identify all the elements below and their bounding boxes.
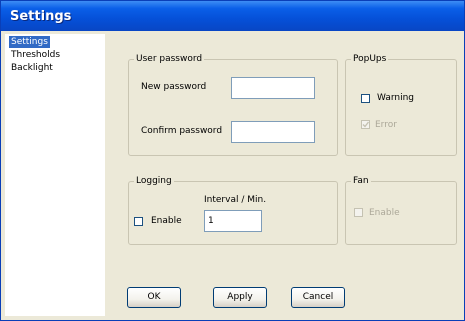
warning-label: Warning [377, 93, 415, 103]
error-checkbox[interactable] [361, 120, 370, 129]
fan-enable-label: Enable [369, 208, 400, 218]
sidebar-item-settings[interactable]: Settings [9, 36, 50, 48]
settings-window: Settings Settings Thresholds Backlight U… [0, 0, 465, 321]
new-password-field[interactable] [231, 77, 315, 99]
logging-enable-label: Enable [151, 216, 182, 226]
logging-legend: Logging [136, 176, 172, 186]
interval-label: Interval / Min. [204, 195, 267, 205]
error-label: Error [375, 120, 397, 130]
sidebar-item-thresholds[interactable]: Thresholds [9, 49, 62, 61]
warning-checkbox[interactable] [361, 94, 370, 103]
sidebar-tree: Settings Thresholds Backlight [5, 34, 105, 316]
new-password-label: New password [141, 82, 207, 92]
interval-field[interactable]: 1 [204, 210, 262, 232]
sidebar-item-backlight[interactable]: Backlight [9, 62, 55, 74]
title-bar[interactable]: Settings [1, 1, 464, 31]
window-title: Settings [10, 9, 72, 24]
fan-enable-checkbox[interactable] [354, 208, 363, 217]
confirm-password-label: Confirm password [141, 126, 223, 136]
popups-group: PopUps [345, 54, 457, 156]
popups-legend: PopUps [353, 54, 387, 64]
fan-legend: Fan [353, 176, 369, 186]
confirm-password-field[interactable] [231, 121, 315, 143]
user-password-legend: User password [136, 54, 203, 64]
ok-button[interactable]: OK [127, 287, 181, 308]
apply-button[interactable]: Apply [213, 287, 267, 308]
settings-panel: User password New password Confirm passw… [107, 34, 463, 316]
cancel-button[interactable]: Cancel [291, 287, 345, 308]
logging-enable-checkbox[interactable] [134, 217, 143, 226]
check-mark-icon [362, 121, 370, 128]
